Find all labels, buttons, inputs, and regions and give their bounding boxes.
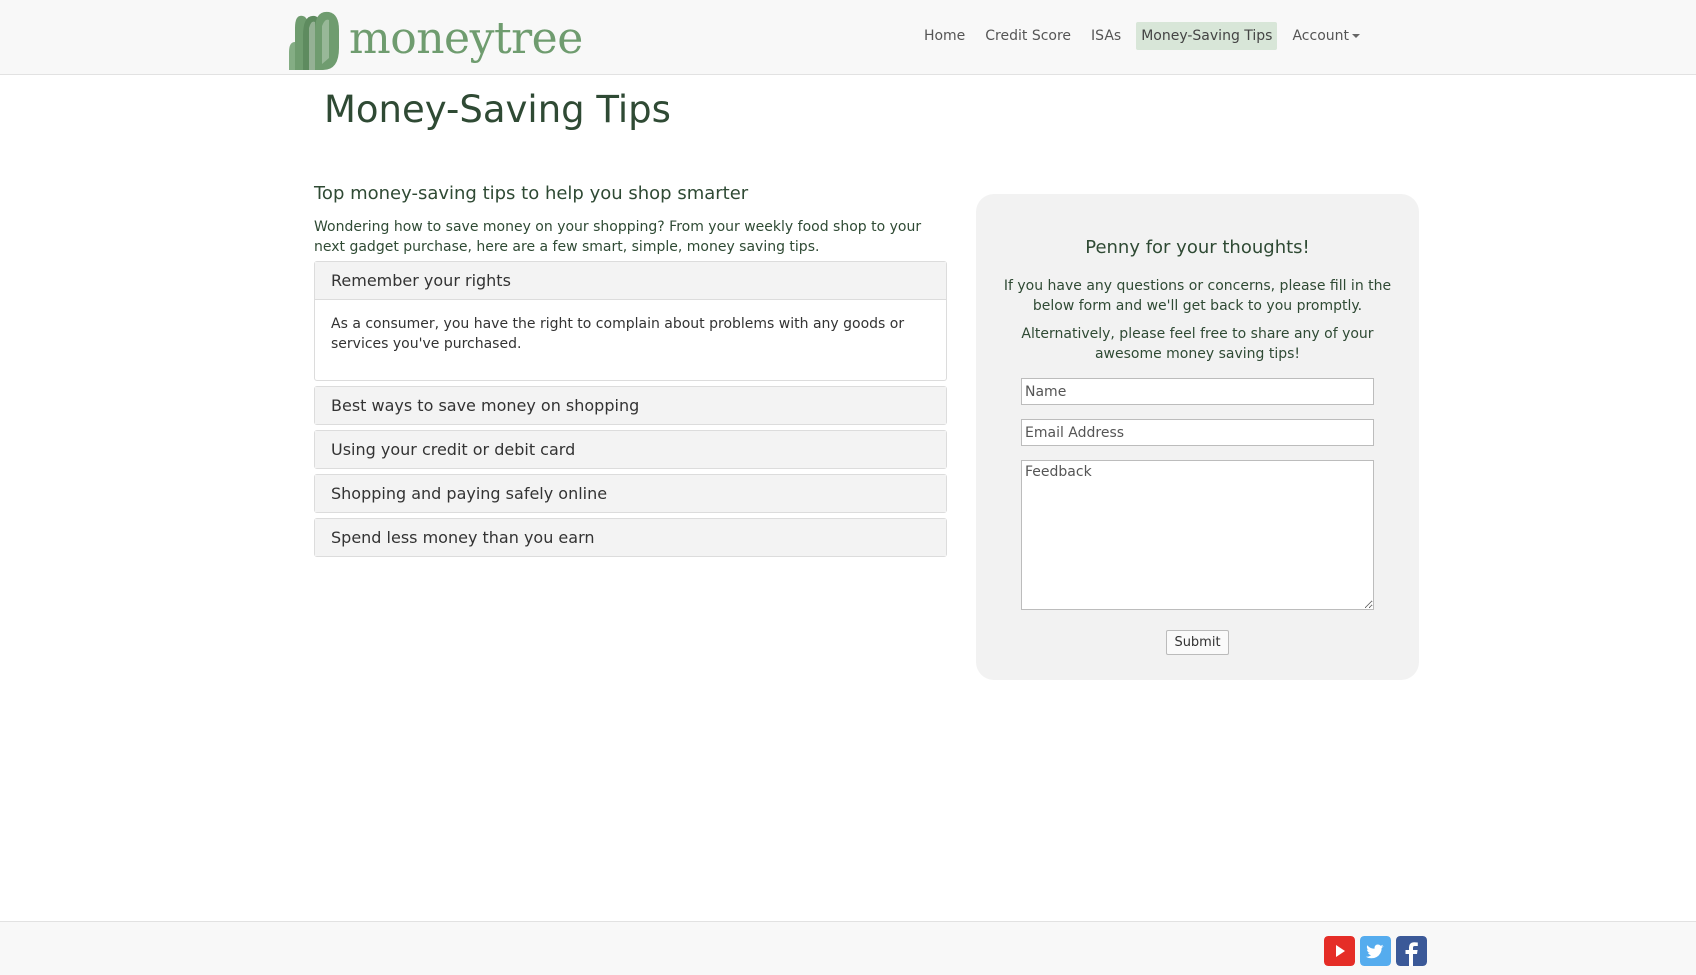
feedback-card: Penny for your thoughts! If you have any… bbox=[976, 194, 1419, 680]
twitter-icon[interactable] bbox=[1360, 936, 1391, 966]
nav-account-dropdown[interactable]: Account bbox=[1287, 22, 1365, 50]
name-input[interactable] bbox=[1021, 378, 1374, 405]
social-links bbox=[1324, 936, 1427, 966]
main-nav: Home Credit Score ISAs Money-Saving Tips… bbox=[919, 22, 1365, 50]
logo-wordmark: moneytree bbox=[349, 13, 583, 64]
facebook-icon[interactable] bbox=[1396, 936, 1427, 966]
tips-column: Top money-saving tips to help you shop s… bbox=[314, 183, 947, 562]
accordion-heading-online[interactable]: Shopping and paying safely online bbox=[315, 475, 946, 512]
moneytree-logo[interactable]: moneytree bbox=[289, 8, 583, 70]
youtube-icon[interactable] bbox=[1324, 936, 1355, 966]
accordion-panel-spend-less: Spend less money than you earn bbox=[314, 518, 947, 557]
nav-isas[interactable]: ISAs bbox=[1086, 22, 1126, 50]
feedback-title: Penny for your thoughts! bbox=[1085, 237, 1310, 258]
accordion-heading-best-ways[interactable]: Best ways to save money on shopping bbox=[315, 387, 946, 424]
moneytree-logo-icon bbox=[289, 11, 339, 70]
feedback-text-2: Alternatively, please feel free to share… bbox=[1021, 326, 1374, 362]
nav-account-label: Account bbox=[1292, 28, 1349, 44]
accordion-panel-online: Shopping and paying safely online bbox=[314, 474, 947, 513]
feedback-textarea[interactable] bbox=[1021, 460, 1374, 610]
accordion-heading-credit-card[interactable]: Using your credit or debit card bbox=[315, 431, 946, 468]
accordion-heading-rights[interactable]: Remember your rights bbox=[315, 262, 946, 300]
top-navbar: moneytree Home Credit Score ISAs Money-S… bbox=[0, 0, 1696, 75]
intro-text: Wondering how to save money on your shop… bbox=[314, 219, 922, 255]
nav-money-saving-tips[interactable]: Money-Saving Tips bbox=[1136, 22, 1278, 50]
feedback-text-1: If you have any questions or concerns, p… bbox=[1003, 278, 1392, 314]
accordion-panel-best-ways: Best ways to save money on shopping bbox=[314, 386, 947, 425]
footer bbox=[0, 921, 1696, 975]
submit-button[interactable]: Submit bbox=[1166, 630, 1229, 655]
caret-down-icon bbox=[1352, 34, 1360, 38]
accordion-panel-rights: Remember your rights As a consumer, you … bbox=[314, 261, 947, 381]
section-heading: Top money-saving tips to help you shop s… bbox=[314, 183, 749, 204]
nav-credit-score[interactable]: Credit Score bbox=[980, 22, 1076, 50]
accordion-body-rights: As a consumer, you have the right to com… bbox=[331, 316, 905, 352]
nav-home[interactable]: Home bbox=[919, 22, 970, 50]
page-title: Money-Saving Tips bbox=[324, 88, 671, 131]
accordion-heading-spend-less[interactable]: Spend less money than you earn bbox=[315, 519, 946, 556]
email-input[interactable] bbox=[1021, 419, 1374, 446]
accordion-panel-credit-card: Using your credit or debit card bbox=[314, 430, 947, 469]
